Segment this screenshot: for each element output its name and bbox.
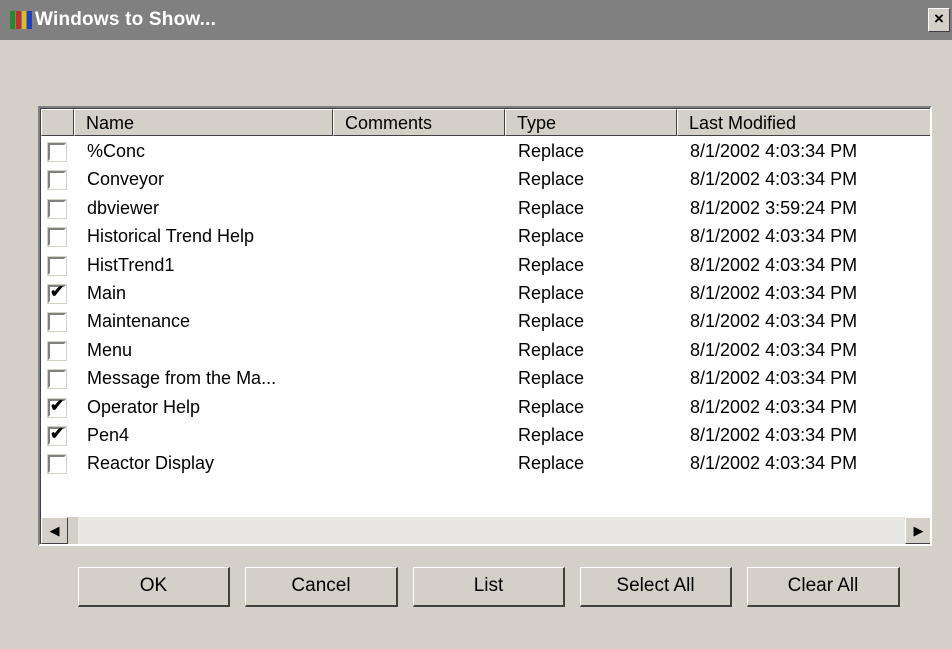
- select-all-button[interactable]: Select All: [580, 567, 732, 607]
- row-type: Replace: [518, 311, 585, 332]
- row-checkbox[interactable]: ✔: [47, 395, 67, 418]
- row-checkbox[interactable]: [47, 142, 67, 162]
- scroll-right-button[interactable]: ▶: [905, 517, 930, 544]
- window-title: Windows to Show...: [35, 9, 217, 30]
- row-last-modified: 8/1/2002 4:03:34 PM: [690, 424, 858, 445]
- row-name: %Conc: [87, 141, 146, 161]
- horizontal-scrollbar[interactable]: ◀ ▶: [41, 517, 930, 544]
- row-name: Conveyor: [87, 169, 165, 190]
- column-header-type[interactable]: Type: [505, 109, 677, 136]
- row-type: Replace: [518, 453, 585, 474]
- list-item[interactable]: %Conc Replace 8/1/2002 4:03:34 PM: [41, 138, 930, 166]
- row-last-modified: 8/1/2002 4:03:34 PM: [690, 453, 858, 474]
- list-item[interactable]: HistTrend1 Replace 8/1/2002 4:03:34 PM: [41, 252, 930, 280]
- column-header-name[interactable]: Name: [74, 109, 333, 136]
- row-name: Historical Trend Help: [87, 226, 255, 247]
- row-type: Replace: [518, 226, 585, 247]
- list-item[interactable]: Maintenance Replace 8/1/2002 4:03:34 PM: [41, 308, 930, 336]
- scroll-left-button[interactable]: ◀: [41, 517, 68, 544]
- checkmark-icon: ✔: [50, 423, 65, 443]
- row-name: Pen4: [87, 424, 130, 445]
- row-type: Replace: [518, 282, 585, 303]
- list-item[interactable]: Message from the Ma... Replace 8/1/2002 4:…: [41, 365, 930, 393]
- column-header-checkbox[interactable]: [41, 109, 74, 136]
- row-checkbox[interactable]: [47, 454, 67, 475]
- list-button[interactable]: List: [413, 567, 565, 607]
- row-checkbox[interactable]: [47, 369, 67, 390]
- row-last-modified: 8/1/2002 4:03:34 PM: [690, 282, 858, 303]
- row-last-modified: 8/1/2002 4:03:34 PM: [690, 396, 858, 417]
- row-last-modified: 8/1/2002 4:03:34 PM: [690, 226, 858, 247]
- close-icon: ×: [934, 9, 944, 28]
- row-name: Menu: [87, 339, 133, 360]
- row-checkbox[interactable]: [47, 227, 67, 248]
- row-type: Replace: [518, 368, 585, 389]
- row-checkbox[interactable]: [47, 312, 67, 333]
- list-item[interactable]: Conveyor Replace 8/1/2002 4:03:34 PM: [41, 166, 930, 194]
- row-last-modified: 8/1/2002 4:03:34 PM: [690, 339, 858, 360]
- arrow-right-icon: ▶: [913, 523, 924, 538]
- checkmark-icon: ✔: [50, 281, 65, 301]
- row-name: Reactor Display: [87, 453, 215, 474]
- row-last-modified: 8/1/2002 4:03:34 PM: [690, 169, 858, 190]
- row-checkbox[interactable]: [47, 170, 67, 191]
- row-type: Replace: [518, 169, 585, 190]
- scroll-thumb[interactable]: [68, 517, 78, 544]
- row-checkbox[interactable]: [47, 340, 67, 361]
- row-type: Replace: [518, 396, 585, 417]
- row-last-modified: 8/1/2002 4:03:34 PM: [690, 368, 858, 389]
- row-last-modified: 8/1/2002 4:03:34 PM: [690, 254, 858, 275]
- list-rows: %Conc Replace 8/1/2002 4:03:34 PM Conveyor R…: [41, 138, 930, 479]
- list-item[interactable]: Menu Replace 8/1/2002 4:03:34 PM: [41, 337, 930, 365]
- row-type: Replace: [518, 254, 585, 275]
- list-header: Name Comments Type Last Modified: [41, 109, 930, 136]
- windows-list[interactable]: Name Comments Type Last Modified %Conc Re…: [38, 106, 932, 546]
- row-last-modified: 8/1/2002 4:03:34 PM: [690, 311, 858, 332]
- list-item[interactable]: ✔ Main Replace 8/1/2002 4:03:34 PM: [41, 280, 930, 308]
- row-checkbox[interactable]: ✔: [47, 281, 67, 304]
- row-checkbox[interactable]: [47, 198, 67, 219]
- row-type: Replace: [518, 339, 585, 360]
- list-item[interactable]: dbviewer Replace 8/1/2002 3:59:24 PM: [41, 195, 930, 223]
- row-name: Main: [87, 282, 127, 303]
- checkmark-icon: ✔: [50, 395, 65, 415]
- row-checkbox[interactable]: ✔: [47, 423, 67, 446]
- row-name: Maintenance: [87, 311, 191, 332]
- list-item[interactable]: Historical Trend Help Replace 8/1/2002 4:0…: [41, 223, 930, 251]
- row-checkbox[interactable]: [47, 255, 67, 276]
- row-name: HistTrend1: [87, 254, 175, 275]
- row-type: Replace: [518, 141, 585, 161]
- row-last-modified: 8/1/2002 3:59:24 PM: [690, 197, 858, 218]
- row-type: Replace: [518, 197, 585, 218]
- app-window-icon: [10, 11, 32, 29]
- clear-all-button[interactable]: Clear All: [747, 567, 900, 607]
- row-name: Operator Help: [87, 396, 201, 417]
- list-item[interactable]: Reactor Display Replace 8/1/2002 4:03:34 P…: [41, 450, 930, 478]
- windows-to-show-dialog: Windows to Show... × Name Comments Type …: [0, 0, 952, 649]
- cancel-button[interactable]: Cancel: [245, 567, 398, 607]
- row-name: Message from the Ma...: [87, 368, 277, 389]
- ok-button[interactable]: OK: [78, 567, 230, 607]
- arrow-left-icon: ◀: [49, 523, 60, 538]
- row-type: Replace: [518, 424, 585, 445]
- close-button[interactable]: ×: [928, 8, 950, 32]
- column-header-comments[interactable]: Comments: [333, 109, 505, 136]
- title-bar: Windows to Show... ×: [0, 0, 952, 40]
- list-item[interactable]: ✔ Operator Help Replace 8/1/2002 4:03:34 PM: [41, 394, 930, 422]
- row-last-modified: 8/1/2002 4:03:34 PM: [690, 141, 858, 161]
- column-header-last-modified[interactable]: Last Modified: [677, 109, 930, 136]
- list-item[interactable]: ✔ Pen4 Replace 8/1/2002 4:03:34 PM: [41, 422, 930, 450]
- row-name: dbviewer: [87, 197, 160, 218]
